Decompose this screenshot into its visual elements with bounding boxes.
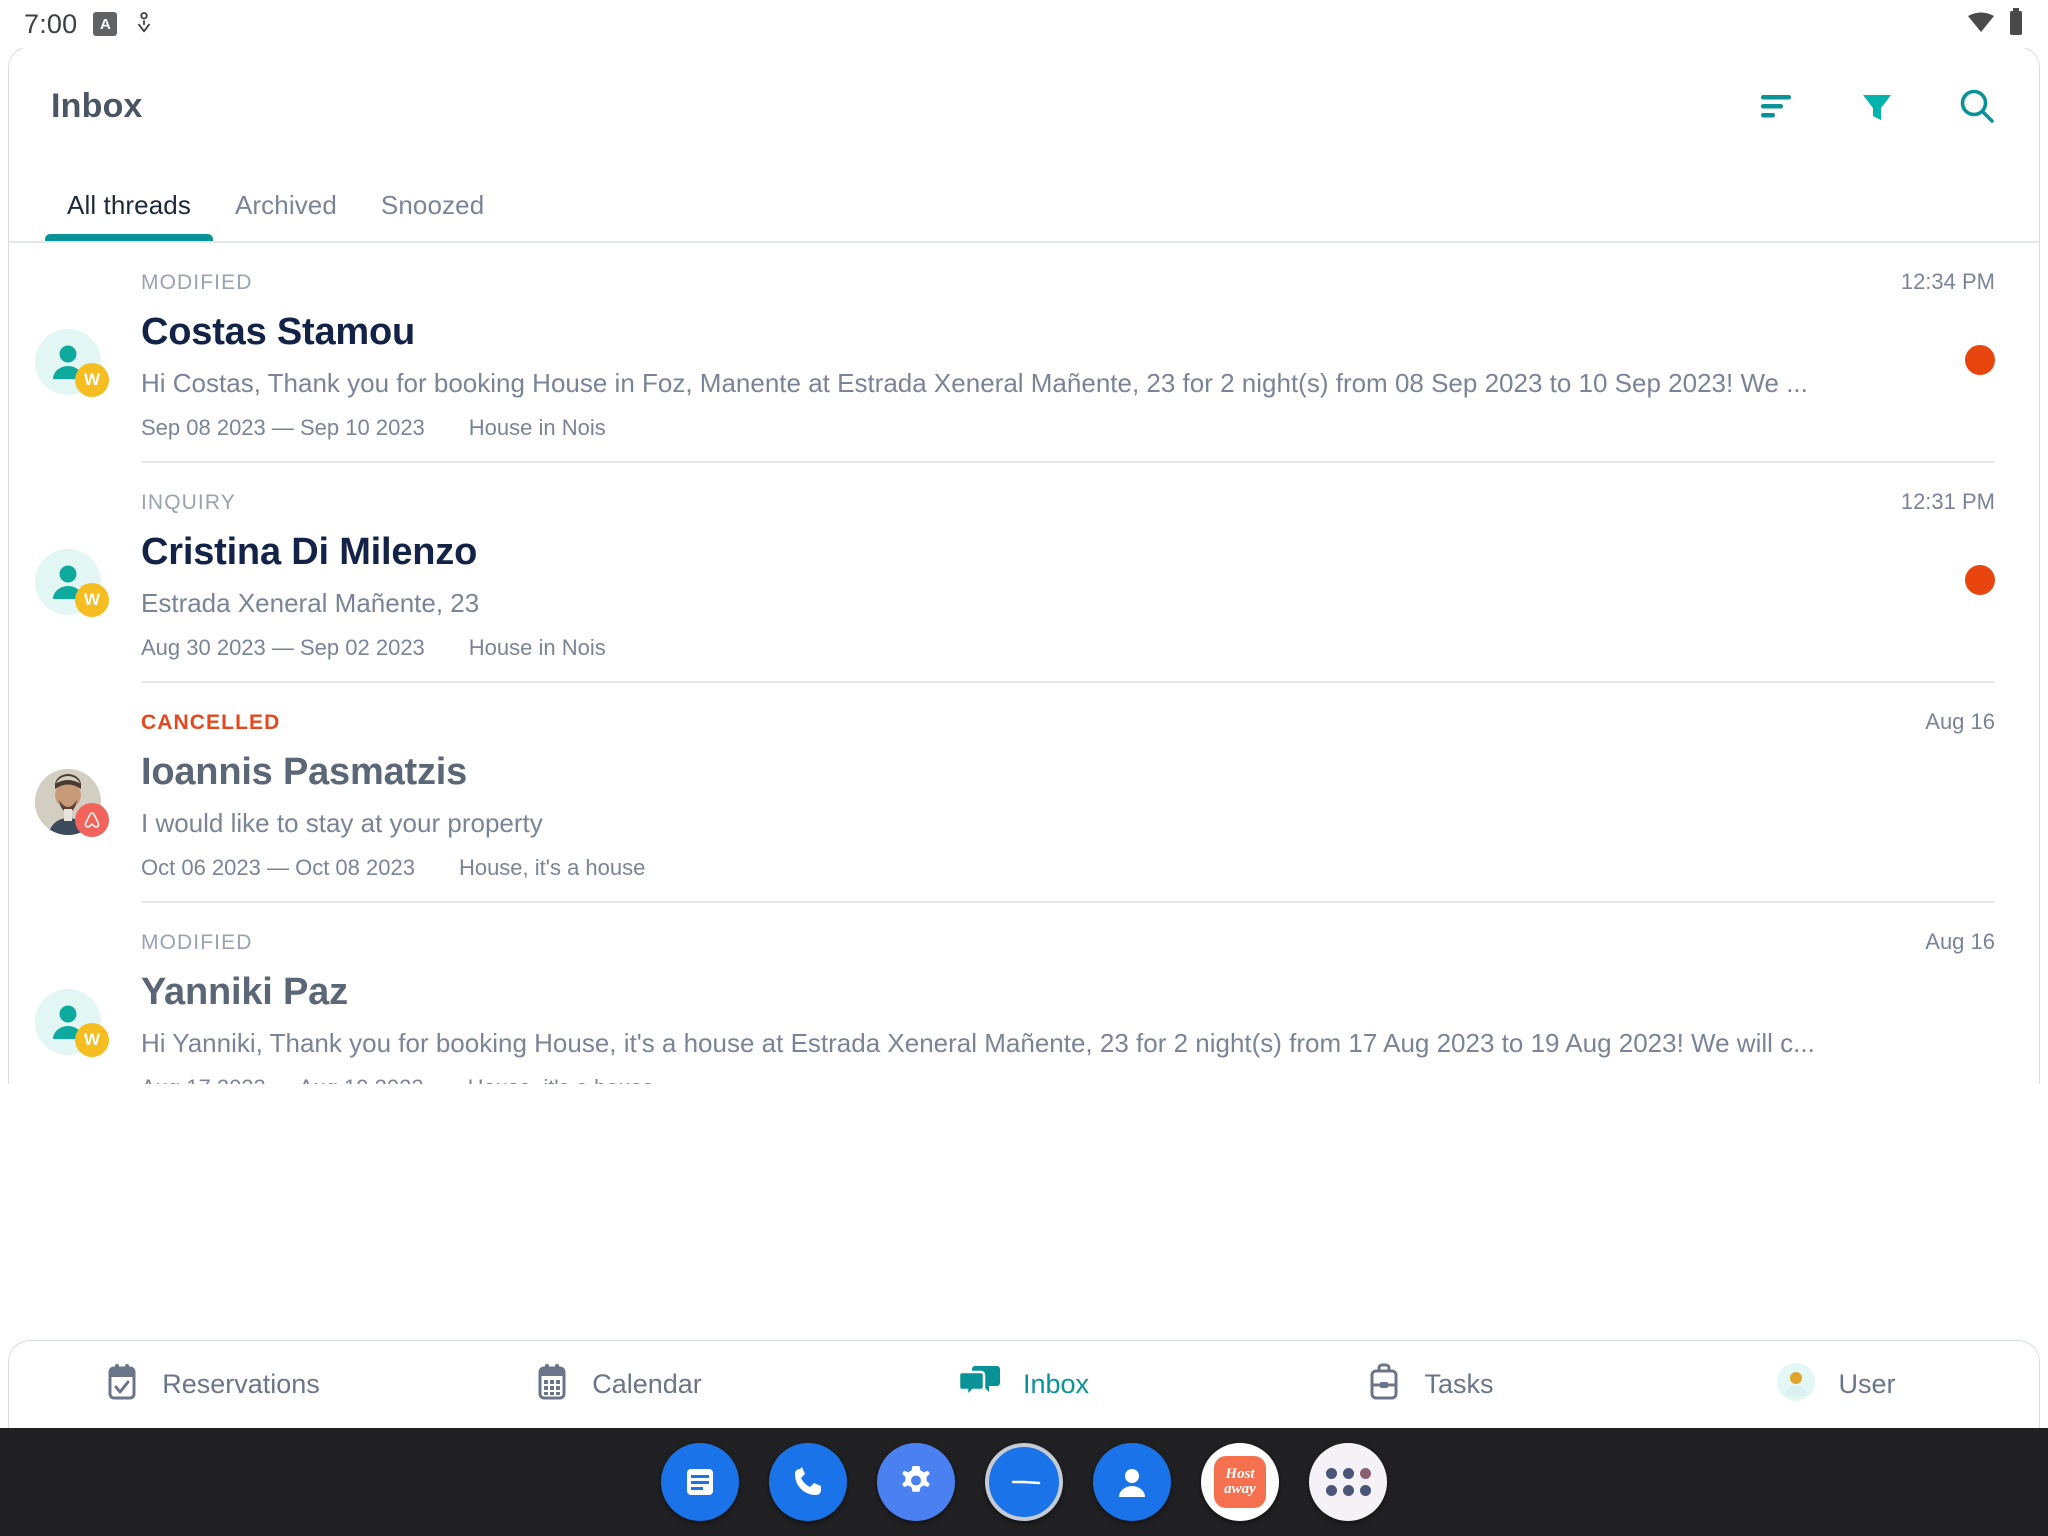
tab-all-threads-label: All threads (67, 190, 191, 220)
thread-preview-text: I would like to stay at your property (141, 808, 543, 838)
channel-badge-airbnb (75, 803, 109, 837)
filter-icon[interactable] (1851, 80, 1903, 132)
nav-item-reservations[interactable]: Reservations (9, 1363, 415, 1406)
hostaway-logo: Host away (1214, 1456, 1266, 1508)
phone-app-icon[interactable] (769, 1443, 847, 1521)
thread-preview-text: Hi Costas, Thank you for booking House i… (141, 368, 1808, 398)
download-icon (133, 11, 155, 37)
wifi-icon (1966, 10, 1996, 39)
thread-header: CANCELLED Aug 16 (141, 709, 1995, 735)
thread-header: MODIFIED 12:34 PM (141, 269, 1995, 295)
avatar: W (35, 989, 109, 1057)
thread-list-item[interactable]: CANCELLED Aug 16 Ioannis Pasmatzis I wou… (9, 683, 2039, 903)
channel-badge-booking: W (75, 1023, 109, 1057)
thread-meta: Sep 08 2023 — Sep 10 2023 House in Nois (141, 415, 1995, 441)
thread-header: INQUIRY 12:31 PM (141, 489, 1995, 515)
messages-app-icon[interactable] (661, 1443, 739, 1521)
android-status-bar: 7:00 A (0, 0, 2048, 48)
hostaway-app-icon[interactable]: Host away (1201, 1443, 1279, 1521)
thread-meta: Oct 06 2023 — Oct 08 2023 House, it's a … (141, 855, 1995, 881)
thread-meta: Aug 30 2023 — Sep 02 2023 House in Nois (141, 635, 1995, 661)
thread-list[interactable]: W MODIFIED 12:34 PM Costas Stamou Hi Cos… (9, 243, 2039, 1084)
thread-status-badge: CANCELLED (141, 711, 281, 734)
channel-badge-booking: W (75, 363, 109, 397)
clock-app-icon[interactable] (985, 1443, 1063, 1521)
nav-label-reservations: Reservations (162, 1369, 320, 1399)
avatar: W (35, 549, 109, 617)
nav-label-user: User (1838, 1369, 1896, 1399)
thread-property-name: House in Nois (468, 635, 606, 660)
thread-filter-tabs: All threads Archived Snoozed (9, 165, 2039, 243)
thread-header: MODIFIED Aug 16 (141, 929, 1995, 955)
nav-item-calendar[interactable]: Calendar (415, 1363, 821, 1406)
tab-archived[interactable]: Archived (213, 190, 359, 243)
contacts-app-icon[interactable] (1093, 1443, 1171, 1521)
thread-list-item[interactable]: W MODIFIED Aug 16 Yanniki Paz Hi Yanniki… (9, 903, 2039, 1084)
thread-stay-dates: Aug 30 2023 — Sep 02 2023 (141, 635, 425, 660)
thread-timestamp: Aug 16 (1925, 929, 1995, 954)
thread-status-badge: MODIFIED (141, 931, 253, 954)
tasks-briefcase-icon (1366, 1363, 1402, 1406)
app-bar-actions (1751, 80, 2003, 132)
user-avatar-icon (1776, 1362, 1816, 1407)
thread-preview-text: Hi Yanniki, Thank you for booking House,… (141, 1028, 1815, 1058)
reservations-icon (104, 1363, 140, 1406)
calendar-icon (534, 1363, 570, 1406)
thread-list-item[interactable]: W INQUIRY 12:31 PM Cristina Di Milenzo E… (9, 463, 2039, 683)
thread-status-badge: INQUIRY (141, 491, 236, 514)
page-title: Inbox (51, 86, 143, 125)
nav-item-tasks[interactable]: Tasks (1227, 1363, 1633, 1406)
thread-list-item[interactable]: W MODIFIED 12:34 PM Costas Stamou Hi Cos… (9, 243, 2039, 463)
app-badge-icon: A (93, 12, 118, 36)
status-bar-clock: 7:00 (24, 8, 78, 39)
nav-item-user[interactable]: User (1633, 1362, 2039, 1407)
hostaway-app-window: Inbox All threads Archived Snoozed W MOD… (8, 46, 2040, 1084)
app-drawer-icon[interactable] (1309, 1443, 1387, 1521)
thread-preview-text: Estrada Xeneral Mañente, 23 (141, 588, 480, 618)
search-icon[interactable] (1951, 80, 2003, 132)
status-bar-right (1966, 7, 2024, 41)
thread-property-name: House, it's a house (458, 855, 646, 880)
sort-icon[interactable] (1751, 80, 1803, 132)
thread-property-name: House in Nois (468, 415, 606, 440)
thread-property-name: House, it's a house (468, 1075, 654, 1084)
unread-indicator (1965, 565, 1995, 595)
app-bar: Inbox (9, 47, 2039, 165)
avatar: W (35, 329, 109, 397)
unread-indicator (1965, 345, 1995, 375)
thread-stay-dates: Aug 17 2023 — Aug 19 2023 (141, 1075, 424, 1084)
thread-guest-name: Cristina Di Milenzo (141, 531, 478, 573)
thread-guest-name: Yanniki Paz (141, 971, 348, 1013)
tab-archived-label: Archived (234, 190, 337, 220)
thread-timestamp: 12:31 PM (1900, 489, 1995, 514)
settings-app-icon[interactable] (877, 1443, 955, 1521)
nav-label-tasks: Tasks (1424, 1369, 1494, 1399)
thread-guest-name: Costas Stamou (141, 311, 416, 353)
nav-label-calendar: Calendar (592, 1369, 702, 1399)
app-drawer-dots (1325, 1468, 1371, 1496)
tab-snoozed-label: Snoozed (380, 190, 485, 220)
thread-stay-dates: Oct 06 2023 — Oct 08 2023 (141, 855, 415, 880)
bottom-navigation: Reservations Calendar Inbox Tasks User (8, 1340, 2040, 1428)
inbox-chat-icon (957, 1363, 1001, 1406)
thread-timestamp: 12:34 PM (1900, 269, 1995, 294)
tab-all-threads[interactable]: All threads (45, 190, 213, 243)
thread-guest-name: Ioannis Pasmatzis (141, 751, 468, 793)
thread-stay-dates: Sep 08 2023 — Sep 10 2023 (141, 415, 425, 440)
thread-status-badge: MODIFIED (141, 271, 253, 294)
nav-label-inbox: Inbox (1022, 1369, 1090, 1399)
android-dock: Host away (0, 1428, 2048, 1536)
thread-timestamp: Aug 16 (1925, 709, 1995, 734)
tab-snoozed[interactable]: Snoozed (359, 190, 506, 243)
avatar (35, 769, 109, 837)
status-bar-left: 7:00 A (24, 9, 155, 40)
battery-icon (2008, 7, 2024, 41)
thread-meta: Aug 17 2023 — Aug 19 2023 House, it's a … (141, 1075, 1995, 1084)
channel-badge-booking: W (75, 583, 109, 617)
nav-item-inbox[interactable]: Inbox (821, 1363, 1227, 1406)
